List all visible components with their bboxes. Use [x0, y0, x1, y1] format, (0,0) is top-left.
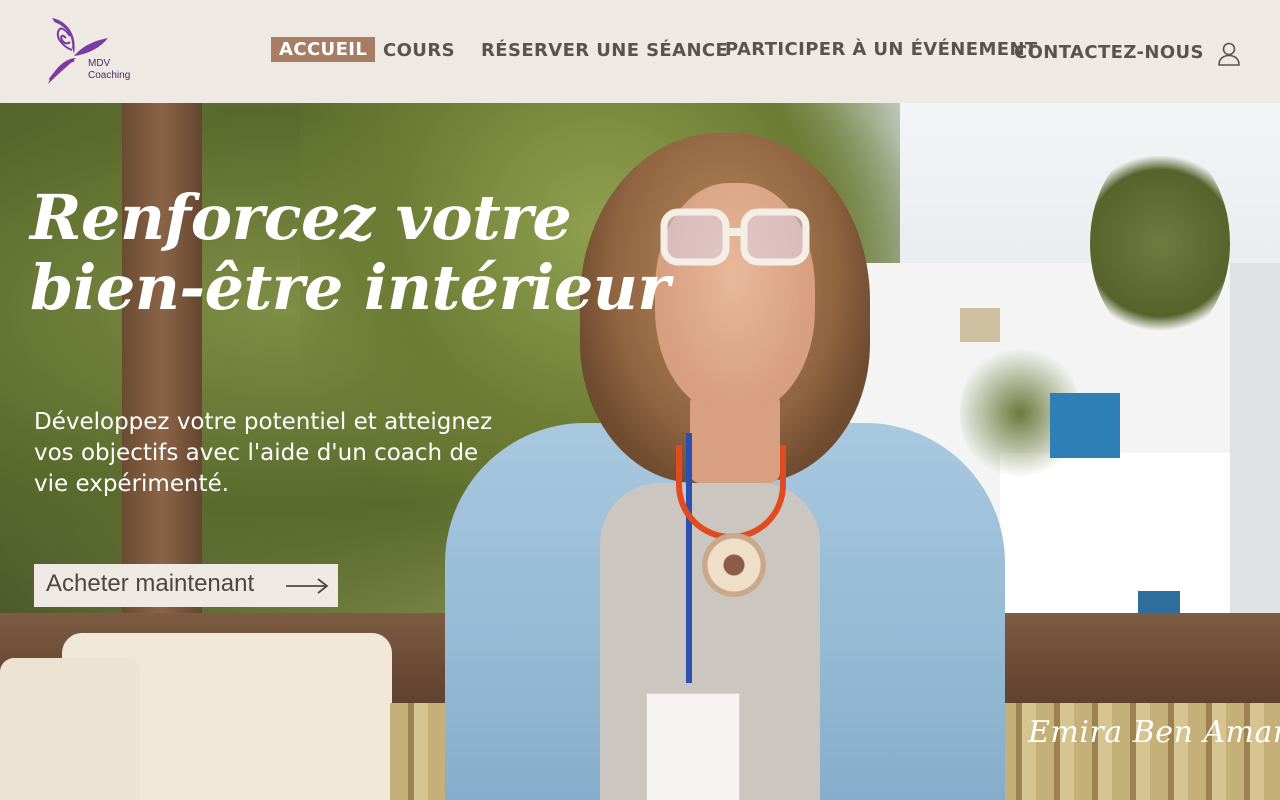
- hero-title-line2: bien-être intérieur: [30, 251, 670, 324]
- hero-title: Renforcez votre bien-être intérieur: [30, 181, 670, 324]
- hero-photo-window: [960, 308, 1000, 342]
- brand-name: MDV Coaching: [88, 58, 130, 82]
- hero-photo-pillar: [1230, 263, 1280, 643]
- buy-now-label: Acheter maintenant: [46, 570, 255, 597]
- brand-name-line1: MDV: [88, 58, 111, 69]
- coach-signature: Emira Ben Amara: [1028, 715, 1280, 750]
- hero-title-line1: Renforcez votre: [30, 181, 572, 254]
- nav-item-contactez-nous[interactable]: CONTACTEZ-NOUS: [1014, 42, 1204, 63]
- nav-item-participer-evenement[interactable]: PARTICIPER À UN ÉVÉNEMENT: [725, 39, 1038, 60]
- arrow-right-icon: [286, 578, 329, 594]
- hero-photo-pendant: [702, 533, 766, 597]
- buy-now-button[interactable]: Acheter maintenant: [34, 564, 338, 607]
- site-header: MDV Coaching ACCUEIL COURS RÉSERVER UNE …: [0, 0, 1280, 103]
- brand-logo[interactable]: MDV Coaching: [44, 14, 134, 86]
- hero-photo-cushion: [0, 658, 140, 800]
- nav-item-accueil[interactable]: ACCUEIL: [271, 37, 376, 62]
- hero-photo-blue-box: [1050, 393, 1120, 458]
- hero-section: Renforcez votre bien-être intérieur Déve…: [0, 103, 1280, 800]
- user-icon[interactable]: [1216, 41, 1242, 67]
- nav-item-reserver-seance[interactable]: RÉSERVER UNE SÉANCE: [481, 40, 728, 61]
- hero-photo-event-badge: [646, 693, 740, 800]
- nav-item-cours[interactable]: COURS: [383, 40, 455, 61]
- hero-photo-tree: [1090, 143, 1230, 343]
- hero-subtitle: Développez votre potentiel et atteignez …: [34, 409, 493, 497]
- brand-name-line2: Coaching: [88, 70, 131, 81]
- glasses-icon: [660, 208, 810, 266]
